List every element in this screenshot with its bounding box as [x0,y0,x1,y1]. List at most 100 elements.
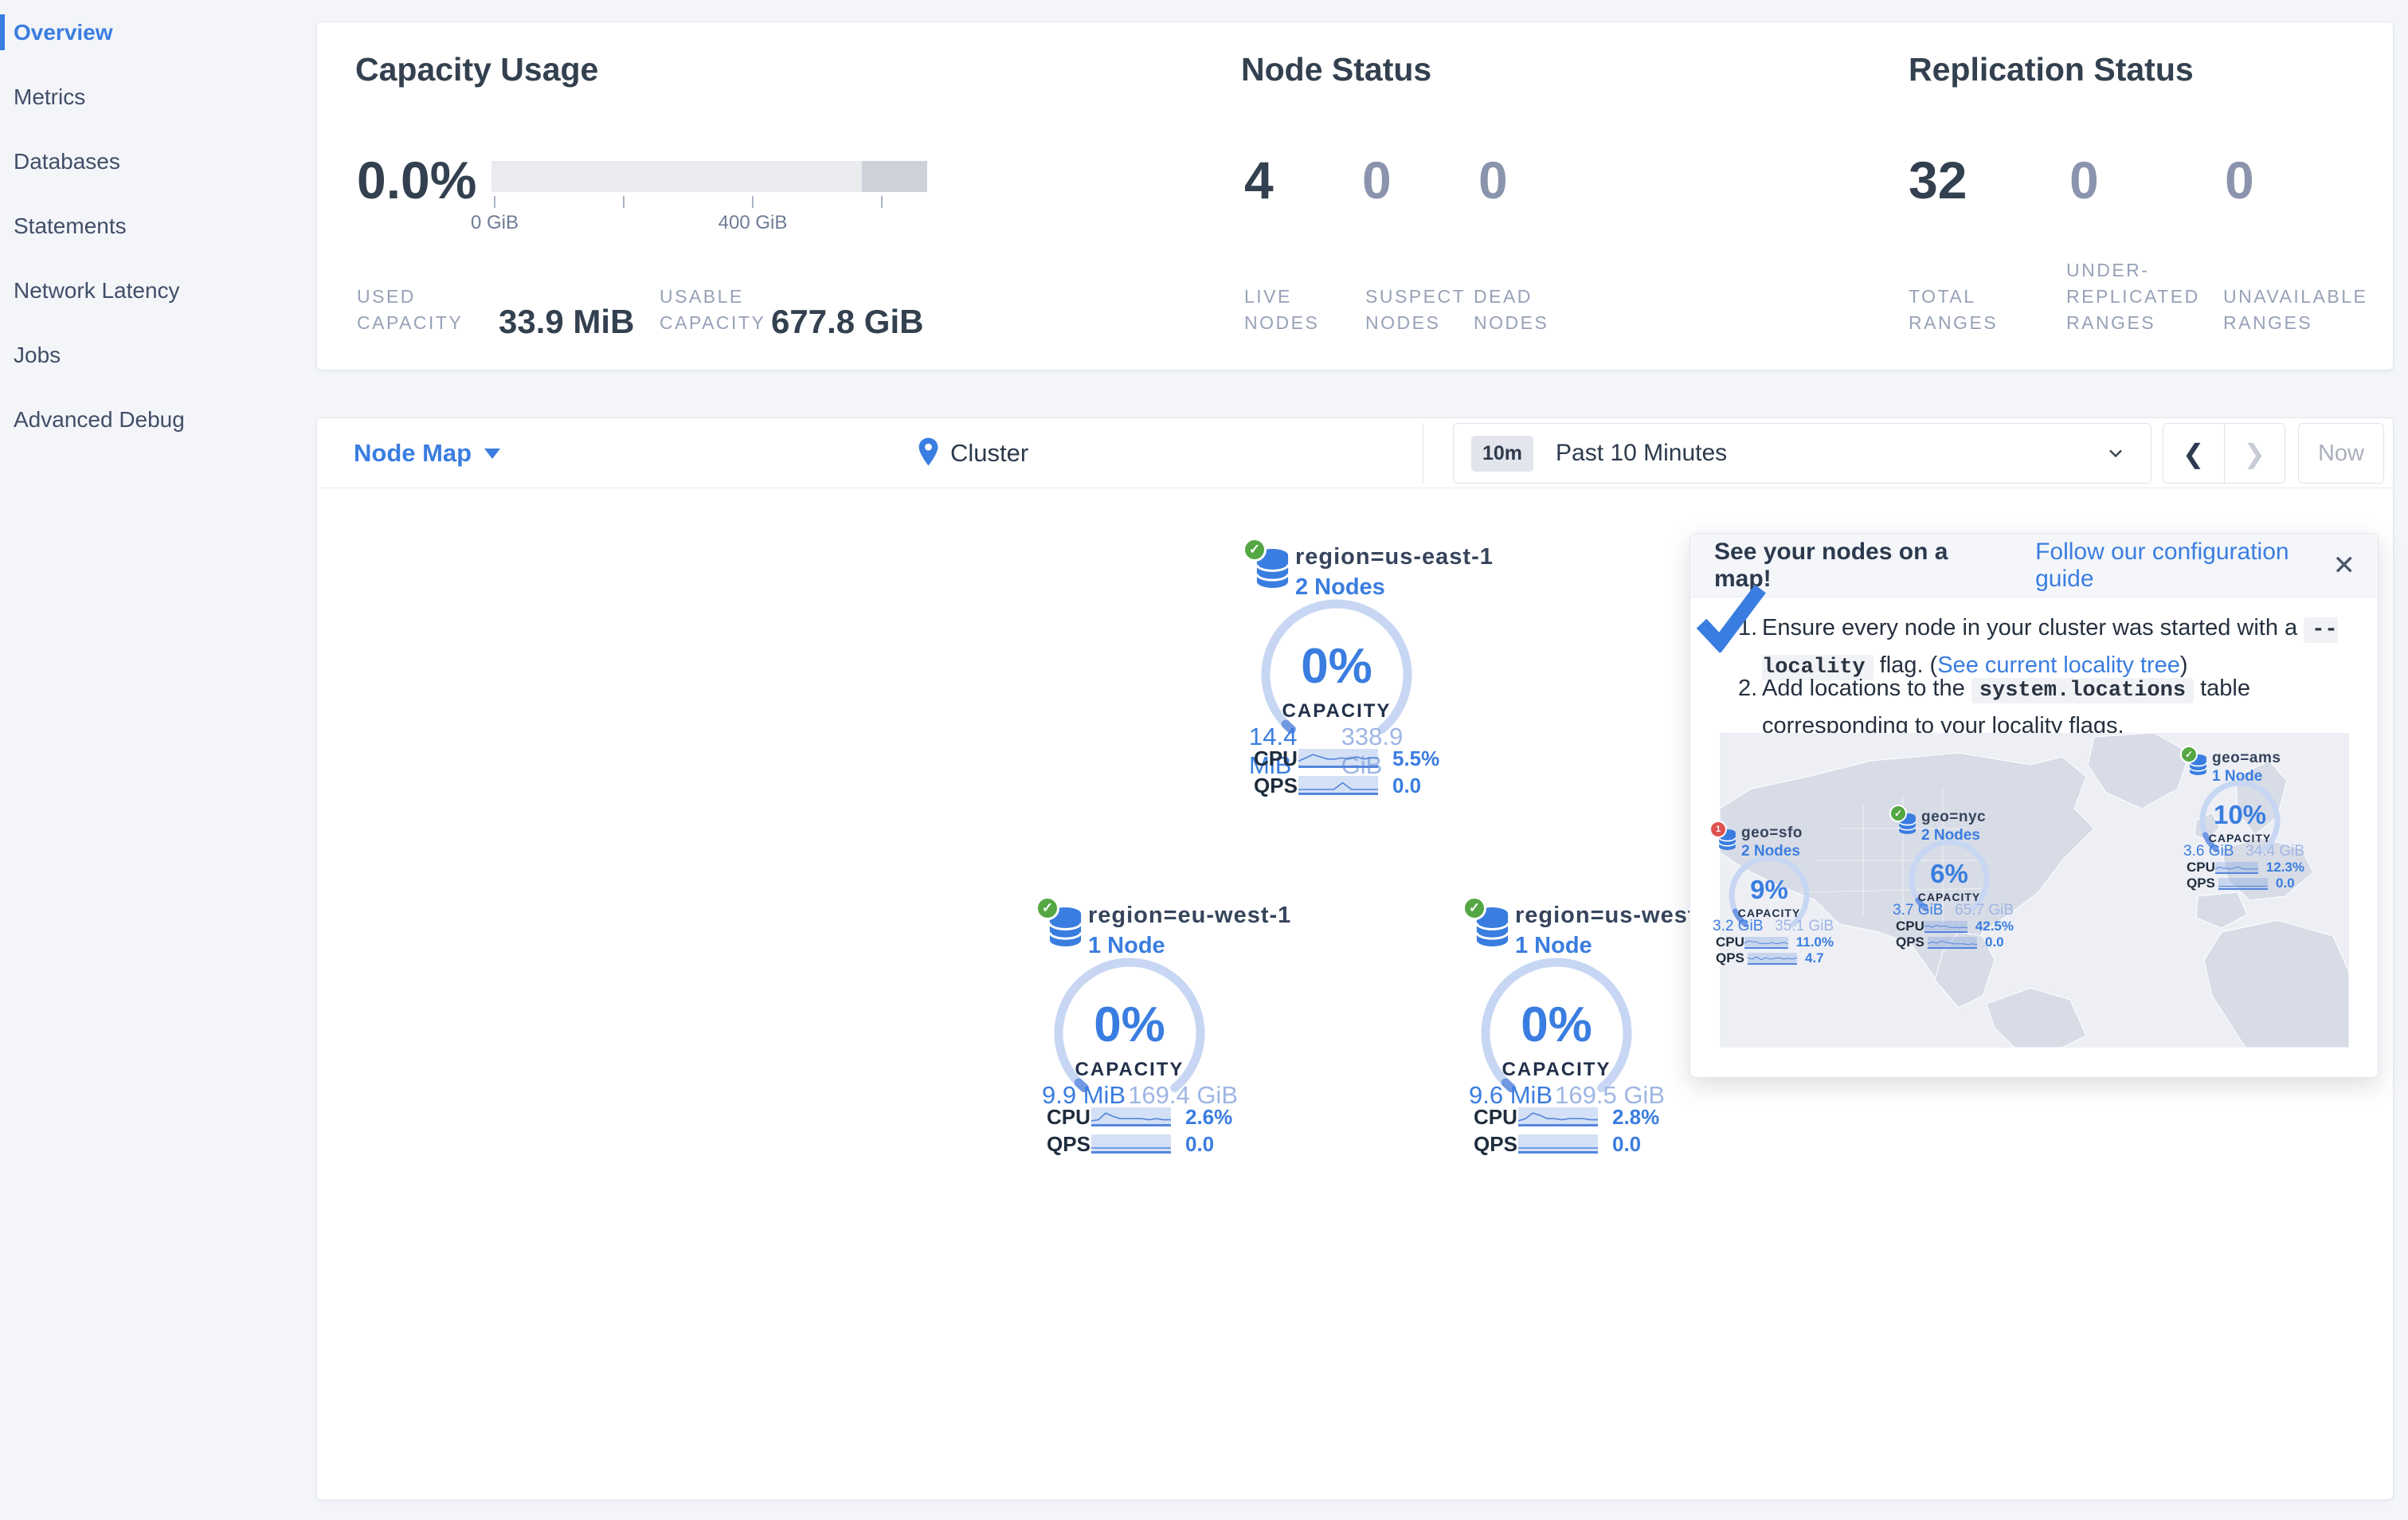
sidebar-item-advanced-debug[interactable]: Advanced Debug [0,387,316,452]
step-done-check-icon [1691,581,1772,654]
location-pin-icon [916,437,941,471]
region-group-us-east-1: ✓ region=us-east-1 2 Nodes 0% CAPACITY 1… [1243,538,1493,804]
sidebar-item-metrics[interactable]: Metrics [0,65,316,129]
cpu-row: CPU 12.3% [2187,860,2304,875]
cpu-label: CPU [1254,746,1298,770]
nodes-on-map-popup: See your nodes on a map! Follow our conf… [1690,533,2379,1078]
view-selector-label: Node Map [354,439,472,467]
axis-tick [752,196,754,208]
map-node-geo-sfo: 1 geo=sfo 2 Nodes 9% CAPACITY 3.2 GiB 35… [1709,821,1834,966]
qps-sparkline [1928,936,1977,949]
node-map-panel: Node Map Cluster 10m Past 10 Minutes ❮ ❯… [316,417,2394,1500]
region-title: region=us-east-1 [1295,544,1494,570]
capacity-bar [491,161,927,192]
region-title: region=eu-west-1 [1088,903,1292,928]
qps-row: QPS 0.0 [1040,1132,1239,1156]
axis-tick [623,196,625,208]
sidebar-item-network-latency[interactable]: Network Latency [0,258,316,323]
cpu-sparkline [2214,861,2258,874]
node-map-toolbar: Node Map Cluster 10m Past 10 Minutes ❮ ❯… [317,418,2393,488]
gauge-percent: 6% [1930,859,1968,888]
cpu-sparkline [1924,920,1968,933]
warning-badge-icon: 1 [1709,821,1727,838]
healthy-check-icon: ✓ [1243,538,1267,562]
breadcrumb[interactable]: Cluster [916,418,1028,488]
usable-capacity-label: USABLE CAPACITY [660,286,766,333]
unavailable-count: 0 [2225,151,2254,210]
capacity-minmax-row: 3.6 GiB 34.4 GiB [2183,843,2304,860]
axis-tick-label: 0 GiB [470,212,519,233]
time-prev-button[interactable]: ❮ [2163,424,2225,483]
configuration-guide-link[interactable]: Follow our configuration guide [2035,539,2354,593]
locality-title: geo=ams [2212,750,2281,766]
locality-title: geo=nyc [1921,809,1987,825]
cluster-summary-panel: Capacity Usage 0.0% 0 GiB 400 GiB USED C… [316,22,2394,370]
capacity-percent: 0.0% [357,151,477,210]
region-group-eu-west-1: ✓ region=eu-west-1 1 Node 0% CAPACITY 9.… [1036,896,1290,1162]
qps-sparkline [1298,776,1378,795]
healthy-check-icon: ✓ [1036,896,1059,920]
capacity-usage-title: Capacity Usage [355,51,599,88]
breadcrumb-label: Cluster [950,439,1029,467]
qps-value: 0.0 [1392,773,1422,797]
healthy-check-icon: ✓ [2180,746,2198,763]
time-next-button[interactable]: ❯ [2225,424,2285,483]
used-capacity-value: 33.9 MiB [499,303,635,340]
close-icon[interactable]: ✕ [2333,550,2356,582]
map-node-geo-ams: ✓ geo=ams 1 Node 10% CAPACITY 3.6 GiB 34… [2180,746,2304,891]
cpu-sparkline [1518,1107,1598,1126]
sidebar-item-jobs[interactable]: Jobs [0,323,316,387]
gauge-capacity-label: CAPACITY [1502,1059,1611,1080]
qps-row: QPS 0.0 [1467,1132,1666,1156]
chevron-down-icon [484,448,501,459]
capacity-bar-reserved-segment [861,161,927,192]
unavailable-label: UNAVAILABLE RANGES [2223,286,2368,333]
under-replicated-count: 0 [2069,151,2099,210]
gauge-percent: 0% [1521,997,1592,1052]
node-status-title: Node Status [1241,51,1432,88]
capacity-minmax-row: 3.2 GiB 35.1 GiB [1713,918,1834,934]
live-nodes-label: LIVE NODES [1244,286,1320,333]
time-range-select[interactable]: 10m Past 10 Minutes [1453,423,2152,484]
qps-value: 0.0 [1185,1131,1215,1156]
dead-nodes-label: DEAD NODES [1474,286,1549,333]
axis-tick-label: 400 GiB [718,212,788,233]
dead-nodes-count: 0 [1478,151,1508,210]
qps-label: QPS [1474,1131,1517,1156]
cpu-label: CPU [1474,1104,1517,1129]
qps-sparkline [1091,1134,1171,1154]
used-capacity-label: USED CAPACITY [357,286,464,333]
cpu-sparkline [1744,936,1788,949]
sidebar-item-overview[interactable]: Overview [0,0,316,65]
cpu-row: CPU 2.8% [1467,1105,1666,1129]
sidebar-item-databases[interactable]: Databases [0,129,316,194]
cpu-label: CPU [1047,1104,1090,1129]
now-button[interactable]: Now [2298,423,2384,484]
capacity-minmax-row: 3.7 GiB 65.7 GiB [1893,902,2014,919]
gauge-percent: 10% [2213,800,2267,829]
view-selector-dropdown[interactable]: Node Map [354,418,501,488]
sidebar: Overview Metrics Databases Statements Ne… [0,0,316,1520]
under-replicated-label: UNDER- REPLICATED RANGES [2066,260,2200,333]
cpu-row: CPU 2.6% [1040,1105,1239,1129]
map-node-geo-nyc: ✓ geo=nyc 2 Nodes 6% CAPACITY 3.7 GiB 65… [1889,805,2014,950]
cpu-value: 2.8% [1612,1104,1660,1129]
gauge-percent: 0% [1301,639,1372,694]
suspect-nodes-label: SUSPECT NODES [1365,286,1466,333]
total-ranges-count: 32 [1909,151,1968,210]
node-map-canvas: ✓ region=us-east-1 2 Nodes 0% CAPACITY 1… [317,488,2393,1500]
qps-row: QPS 4.7 [1716,950,1824,966]
qps-label: QPS [1254,773,1298,797]
qps-sparkline [1748,952,1797,965]
time-range-chip: 10m [1471,435,1534,472]
qps-row: QPS 0.0 [1247,774,1447,797]
gauge-percent: 0% [1094,997,1165,1052]
axis-tick [881,196,883,208]
sidebar-item-statements[interactable]: Statements [0,194,316,258]
region-group-us-west-1: ✓ region=us-west-1 1 Node 0% CAPACITY 9.… [1462,896,1717,1162]
qps-sparkline [1518,1134,1598,1154]
db-console-overview-page: Overview Metrics Databases Statements Ne… [0,0,2408,1520]
healthy-check-icon: ✓ [1889,805,1907,822]
gauge-capacity-label: CAPACITY [1075,1059,1184,1080]
popup-header: See your nodes on a map! Follow our conf… [1690,534,2378,597]
